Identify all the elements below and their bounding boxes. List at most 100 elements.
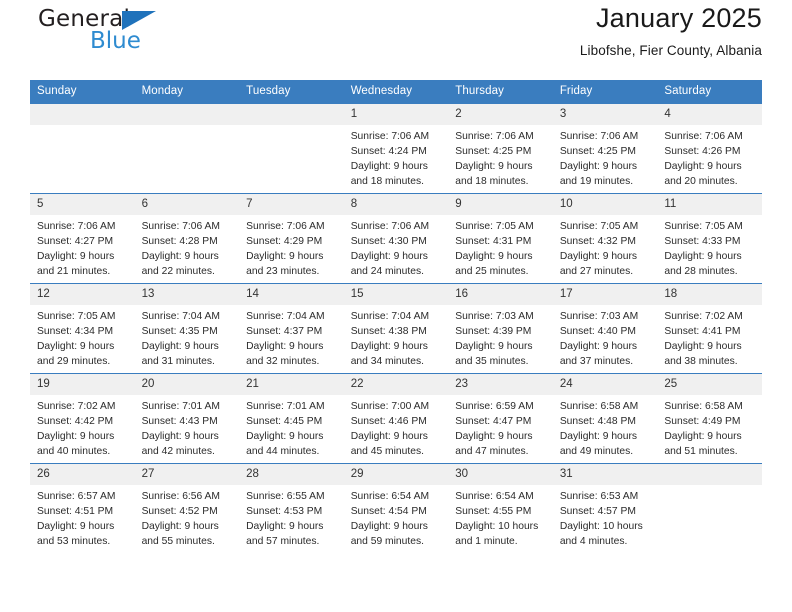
calendar-day-cell[interactable]: 4 Sunrise: 7:06 AM Sunset: 4:26 PM Daylight… <box>657 103 762 194</box>
calendar-cell-empty <box>30 103 135 194</box>
calendar-day-cell[interactable]: 11 Sunrise: 7:05 AM Sunset: 4:33 PM Dayligh… <box>657 193 762 284</box>
daylight-text: Daylight: 9 hours and 18 minutes. <box>455 161 533 188</box>
sunset-text: Sunset: 4:34 PM <box>37 326 114 338</box>
sunrise-text: Sunrise: 7:01 AM <box>141 401 220 412</box>
sunrise-text: Sunrise: 7:01 AM <box>246 401 325 412</box>
day-details: Sunrise: 6:58 AM Sunset: 4:49 PM Daylight:… <box>657 395 762 459</box>
logo-text-blue: Blue <box>90 28 141 54</box>
calendar-day-cell[interactable]: 5 Sunrise: 7:06 AM Sunset: 4:27 PM Daylight… <box>30 193 135 284</box>
daylight-text: Daylight: 9 hours and 28 minutes. <box>664 251 742 278</box>
day-details: Sunrise: 7:05 AM Sunset: 4:34 PM Daylight:… <box>30 305 135 369</box>
sunset-text: Sunset: 4:48 PM <box>559 416 636 428</box>
calendar-day-cell[interactable]: 7 Sunrise: 7:06 AM Sunset: 4:29 PM Daylight… <box>239 193 344 284</box>
sunrise-text: Sunrise: 6:53 AM <box>559 491 639 502</box>
calendar-day-cell[interactable]: 1 Sunrise: 7:06 AM Sunset: 4:24 PM Daylight… <box>343 103 449 194</box>
day-number: 12 <box>30 284 135 305</box>
calendar-day-cell[interactable]: 23 Sunrise: 6:59 AM Sunset: 4:47 PM Dayligh… <box>448 373 553 464</box>
day-number: 24 <box>552 374 658 395</box>
day-number: 21 <box>239 374 344 395</box>
sunrise-text: Sunrise: 6:55 AM <box>246 491 325 502</box>
calendar-cell-empty <box>239 103 344 194</box>
page-subtitle: Libofshe, Fier County, Albania <box>579 42 762 58</box>
sunset-text: Sunset: 4:51 PM <box>37 506 114 518</box>
sunset-text: Sunset: 4:55 PM <box>455 506 532 518</box>
sunrise-text: Sunrise: 6:58 AM <box>559 401 639 412</box>
sunset-text: Sunset: 4:41 PM <box>664 326 741 338</box>
day-details: Sunrise: 6:54 AM Sunset: 4:55 PM Daylight:… <box>448 485 553 549</box>
calendar-day-cell[interactable]: 9 Sunrise: 7:05 AM Sunset: 4:31 PM Daylight… <box>448 193 553 284</box>
day-number: 2 <box>448 104 553 125</box>
day-number: 28 <box>239 464 344 485</box>
sunrise-text: Sunrise: 6:58 AM <box>664 401 743 412</box>
sunrise-text: Sunrise: 7:00 AM <box>350 401 430 412</box>
calendar-day-cell[interactable]: 10 Sunrise: 7:05 AM Sunset: 4:32 PM Dayligh… <box>552 193 658 284</box>
calendar-week-row: 26 Sunrise: 6:57 AM Sunset: 4:51 PM Dayligh… <box>30 463 762 553</box>
sunrise-text: Sunrise: 7:04 AM <box>246 311 325 322</box>
daylight-text: Daylight: 10 hours and 1 minute. <box>455 521 539 548</box>
daylight-text: Daylight: 9 hours and 24 minutes. <box>350 251 428 278</box>
day-details: Sunrise: 6:53 AM Sunset: 4:57 PM Daylight:… <box>553 485 658 549</box>
calendar-cell-empty <box>657 463 762 553</box>
day-details: Sunrise: 7:06 AM Sunset: 4:30 PM Daylight:… <box>344 215 449 279</box>
sunrise-text: Sunrise: 7:06 AM <box>246 221 325 232</box>
calendar-day-cell[interactable]: 26 Sunrise: 6:57 AM Sunset: 4:51 PM Dayligh… <box>30 463 135 553</box>
day-details: Sunrise: 6:54 AM Sunset: 4:54 PM Daylight:… <box>344 485 449 549</box>
daylight-text: Daylight: 9 hours and 23 minutes. <box>246 251 324 278</box>
sunset-text: Sunset: 4:28 PM <box>141 236 218 248</box>
day-details: Sunrise: 7:06 AM Sunset: 4:25 PM Daylight:… <box>553 125 658 189</box>
day-details: Sunrise: 7:06 AM Sunset: 4:24 PM Daylight:… <box>344 125 449 189</box>
daylight-text: Daylight: 9 hours and 31 minutes. <box>141 341 219 368</box>
calendar-body: 1 Sunrise: 7:06 AM Sunset: 4:24 PM Daylight… <box>30 103 762 553</box>
sunrise-text: Sunrise: 7:02 AM <box>664 311 743 322</box>
day-number: 3 <box>552 104 658 125</box>
calendar-day-cell[interactable]: 16 Sunrise: 7:03 AM Sunset: 4:39 PM Dayligh… <box>448 283 553 374</box>
calendar-day-cell[interactable]: 30 Sunrise: 6:54 AM Sunset: 4:55 PM Dayligh… <box>448 463 553 553</box>
weekday-header-friday: Friday <box>552 80 658 104</box>
calendar-day-cell[interactable]: 18 Sunrise: 7:02 AM Sunset: 4:41 PM Dayligh… <box>657 283 762 374</box>
calendar-day-cell[interactable]: 31 Sunrise: 6:53 AM Sunset: 4:57 PM Dayligh… <box>552 463 658 553</box>
calendar-day-cell[interactable]: 2 Sunrise: 7:06 AM Sunset: 4:25 PM Daylight… <box>448 103 553 194</box>
general-blue-logo[interactable]: General Blue <box>30 8 230 64</box>
sunrise-text: Sunrise: 7:06 AM <box>455 131 534 142</box>
title-block: January 2025 Libofshe, Fier County, Alba… <box>580 0 762 58</box>
sunset-text: Sunset: 4:32 PM <box>559 236 636 248</box>
calendar-day-cell[interactable]: 8 Sunrise: 7:06 AM Sunset: 4:30 PM Daylight… <box>343 193 449 284</box>
day-number: 13 <box>134 284 240 305</box>
calendar-day-cell[interactable]: 25 Sunrise: 6:58 AM Sunset: 4:49 PM Dayligh… <box>657 373 762 464</box>
calendar-day-cell[interactable]: 14 Sunrise: 7:04 AM Sunset: 4:37 PM Dayligh… <box>239 283 344 374</box>
day-number: 27 <box>134 464 240 485</box>
calendar-day-cell[interactable]: 22 Sunrise: 7:00 AM Sunset: 4:46 PM Dayligh… <box>343 373 449 464</box>
sunset-text: Sunset: 4:29 PM <box>246 236 323 248</box>
calendar-day-cell[interactable]: 6 Sunrise: 7:06 AM Sunset: 4:28 PM Daylight… <box>134 193 240 284</box>
sunrise-text: Sunrise: 6:56 AM <box>141 491 220 502</box>
day-number: 17 <box>552 284 658 305</box>
calendar-day-cell[interactable]: 12 Sunrise: 7:05 AM Sunset: 4:34 PM Dayligh… <box>30 283 135 374</box>
calendar-day-cell[interactable]: 20 Sunrise: 7:01 AM Sunset: 4:43 PM Dayligh… <box>134 373 240 464</box>
daylight-text: Daylight: 9 hours and 44 minutes. <box>246 431 324 458</box>
daylight-text: Daylight: 9 hours and 55 minutes. <box>141 521 219 548</box>
day-number: 30 <box>448 464 553 485</box>
day-number: 20 <box>134 374 240 395</box>
calendar-day-cell[interactable]: 27 Sunrise: 6:56 AM Sunset: 4:52 PM Dayligh… <box>134 463 240 553</box>
calendar-week-row: 19 Sunrise: 7:02 AM Sunset: 4:42 PM Dayligh… <box>30 373 762 464</box>
calendar-day-cell[interactable]: 17 Sunrise: 7:03 AM Sunset: 4:40 PM Dayligh… <box>552 283 658 374</box>
calendar-day-cell[interactable]: 24 Sunrise: 6:58 AM Sunset: 4:48 PM Dayligh… <box>552 373 658 464</box>
calendar-day-cell[interactable]: 29 Sunrise: 6:54 AM Sunset: 4:54 PM Dayligh… <box>343 463 449 553</box>
day-details: Sunrise: 7:03 AM Sunset: 4:39 PM Daylight:… <box>448 305 553 369</box>
calendar-day-cell[interactable]: 13 Sunrise: 7:04 AM Sunset: 4:35 PM Dayligh… <box>134 283 240 374</box>
sunset-text: Sunset: 4:40 PM <box>559 326 636 338</box>
calendar-day-cell[interactable]: 15 Sunrise: 7:04 AM Sunset: 4:38 PM Dayligh… <box>343 283 449 374</box>
day-details: Sunrise: 7:04 AM Sunset: 4:35 PM Daylight:… <box>135 305 240 369</box>
sunrise-text: Sunrise: 7:04 AM <box>350 311 430 322</box>
calendar-day-cell[interactable]: 3 Sunrise: 7:06 AM Sunset: 4:25 PM Daylight… <box>552 103 658 194</box>
calendar-day-cell[interactable]: 28 Sunrise: 6:55 AM Sunset: 4:53 PM Dayligh… <box>239 463 344 553</box>
day-details: Sunrise: 7:06 AM Sunset: 4:27 PM Daylight:… <box>30 215 135 279</box>
calendar-day-cell[interactable]: 19 Sunrise: 7:02 AM Sunset: 4:42 PM Dayligh… <box>30 373 135 464</box>
daylight-text: Daylight: 9 hours and 38 minutes. <box>664 341 742 368</box>
daylight-text: Daylight: 9 hours and 18 minutes. <box>350 161 428 188</box>
calendar-day-cell[interactable]: 21 Sunrise: 7:01 AM Sunset: 4:45 PM Dayligh… <box>239 373 344 464</box>
day-details: Sunrise: 7:06 AM Sunset: 4:25 PM Daylight:… <box>448 125 553 189</box>
weekday-header-thursday: Thursday <box>448 80 553 104</box>
daylight-text: Daylight: 9 hours and 57 minutes. <box>246 521 324 548</box>
day-number <box>30 104 135 125</box>
